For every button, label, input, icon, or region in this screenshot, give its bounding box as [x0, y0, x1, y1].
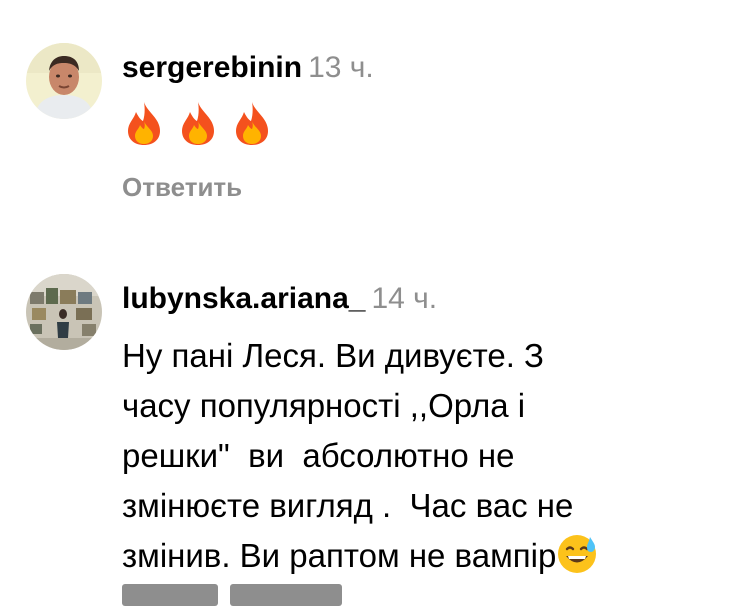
comment-timestamp: 14 ч. [371, 282, 438, 315]
comment-text-line: часу популярності ,,Орла і [122, 387, 526, 424]
fire-icon [182, 102, 214, 145]
comment-text [122, 100, 723, 146]
comment-username[interactable]: lubynska.ariana_ [122, 282, 365, 315]
comment-text-line: Ну пані Леся. Ви дивуєте. З [122, 337, 544, 374]
avatar[interactable] [26, 274, 102, 350]
comment-text-line: змінюєте вигляд . Час вас не [122, 487, 574, 524]
user-avatar-photo [26, 274, 102, 350]
comment-text-line: решки" ви абсолютно не [122, 437, 515, 474]
reply-button-partial [122, 584, 342, 606]
comment-username[interactable]: sergerebinin [122, 51, 302, 84]
user-avatar-photo [26, 43, 102, 119]
comment-text: Ну пані Леся. Ви дивуєте. З часу популярн… [122, 331, 723, 581]
fire-icon [236, 102, 268, 145]
comment-timestamp: 13 ч. [308, 51, 374, 84]
fire-icon [128, 102, 160, 145]
comment-text-line: змінив. Ви раптом не вампір [122, 537, 557, 574]
avatar[interactable] [26, 43, 102, 119]
grinning-sweat-face-icon [558, 535, 597, 573]
comment-text-line-last: змінив. Ви раптом не вампір [122, 531, 723, 581]
reply-button[interactable]: Ответить [122, 172, 242, 203]
